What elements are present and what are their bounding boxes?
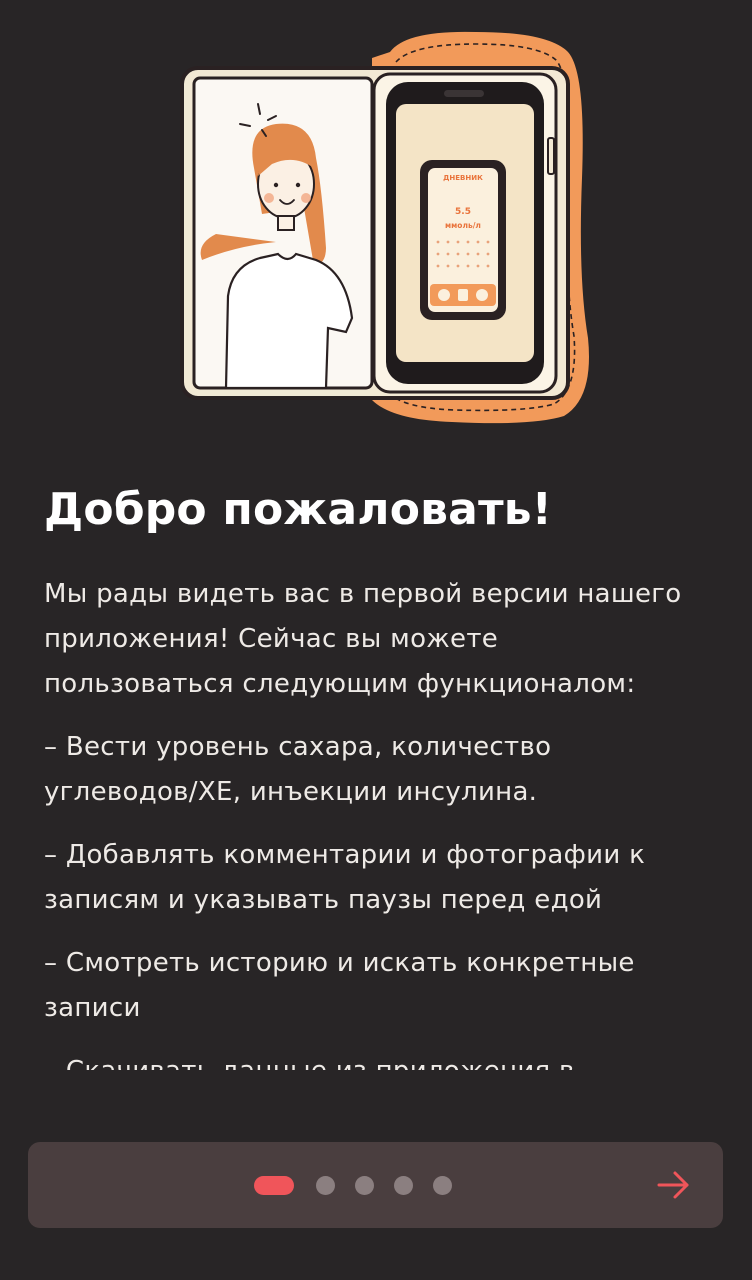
feature-line: – Добавлять комментарии и фотографии к: [44, 840, 646, 870]
feature-item: – Вести уровень сахара, количество углев…: [44, 725, 734, 815]
onboarding-pager-bar: [28, 1142, 723, 1228]
welcome-illustration: ДНЕВНИК 5.5 ммоль/л: [176, 28, 596, 424]
feature-item: – Добавлять комментарии и фотографии к з…: [44, 833, 734, 923]
feature-item: – Скачивать данные из приложения в: [44, 1049, 734, 1070]
feature-line: – Смотреть историю и искать конкретные: [44, 948, 635, 978]
feature-line: записям и указывать паузы перед едой: [44, 885, 603, 915]
welcome-content: Мы рады видеть вас в первой версии нашег…: [44, 572, 734, 1070]
intro-line: приложения! Сейчас вы можете: [44, 624, 499, 654]
feature-line: углеводов/ХЕ, инъекции инсулина.: [44, 777, 538, 807]
feature-item: – Смотреть историю и искать конкретные з…: [44, 941, 734, 1031]
page-dot-active[interactable]: [254, 1175, 294, 1195]
page-dot[interactable]: [355, 1175, 374, 1195]
page-dot[interactable]: [394, 1175, 413, 1195]
intro-line: пользоваться следующим функционалом:: [44, 669, 636, 699]
page-dot[interactable]: [433, 1175, 452, 1195]
intro-line: Мы рады видеть вас в первой версии нашег…: [44, 579, 682, 609]
arrow-right-icon: [657, 1171, 689, 1199]
page-dot[interactable]: [316, 1175, 335, 1195]
page-title: Добро пожаловать!: [44, 484, 553, 535]
phone-sugar-unit: ммоль/л: [445, 221, 481, 230]
next-button[interactable]: [655, 1166, 693, 1204]
feature-line: – Вести уровень сахара, количество: [44, 732, 552, 762]
phone-sugar-value: 5.5: [455, 207, 471, 217]
phone-diary-header: ДНЕВНИК: [443, 174, 483, 182]
intro-paragraph: Мы рады видеть вас в первой версии нашег…: [44, 572, 734, 707]
feature-line: – Скачивать данные из приложения в: [44, 1049, 734, 1070]
page-indicator: [254, 1175, 472, 1195]
feature-line: записи: [44, 993, 141, 1023]
